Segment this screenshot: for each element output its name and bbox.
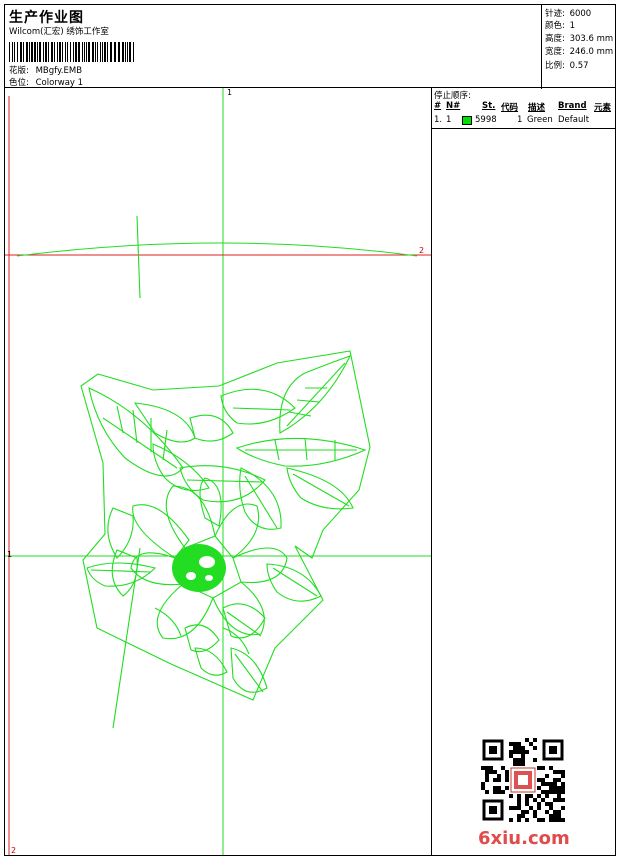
- spec-width-value: 246.0 mm: [569, 47, 614, 57]
- stop-sequence-panel: 停止顺序: # N# St. 代码 描述 Brand 元素 1. 1 5998 …: [431, 88, 616, 856]
- row-divider: [432, 128, 615, 129]
- spec-scale-label: 比例:: [545, 61, 565, 71]
- spec-width: 宽度: 246.0 mm: [545, 45, 613, 57]
- row-brand: Default: [558, 115, 590, 125]
- spec-scale: 比例: 0.57: [545, 59, 589, 71]
- row-stitches: 5998: [475, 115, 497, 125]
- embroidery-preview: [5, 88, 431, 855]
- company-name: Wilcom(汇宏) 绣饰工作室: [9, 27, 109, 37]
- colorway-line: 色位: Colorway 1: [9, 76, 83, 88]
- spec-stitches-label: 针迹:: [545, 9, 565, 19]
- col-header-brand: Brand: [558, 101, 587, 111]
- flower-design: [80, 215, 371, 729]
- colorway-label: 色位:: [9, 78, 29, 88]
- design-value: MBgfy.EMB: [35, 66, 83, 76]
- header-panel: 生产作业图 Wilcom(汇宏) 绣饰工作室 花版: MBgfy.EMB 色位:…: [4, 4, 617, 89]
- guide-label-left: 1: [7, 550, 13, 559]
- color-swatch: [462, 116, 472, 125]
- arc-guide: [16, 242, 418, 257]
- guide-label-bottom: 2: [11, 846, 17, 855]
- watermark-text: 6xiu.com: [478, 828, 570, 849]
- specs-panel: 针迹: 6000 颜色: 1 高度: 303.6 mm 宽度: 246.0 mm…: [541, 5, 617, 89]
- design-canvas: 1 2 1 2: [4, 88, 432, 856]
- spec-stitches-value: 6000: [569, 9, 592, 19]
- col-header-element: 元素: [594, 103, 612, 113]
- col-header-index: #: [434, 101, 442, 111]
- spec-colors: 颜色: 1: [545, 19, 575, 31]
- page-title: 生产作业图: [9, 10, 84, 26]
- row-description: Green: [527, 115, 553, 125]
- row-needle: 1: [446, 115, 452, 125]
- col-header-description: 描述: [528, 103, 546, 113]
- spec-colors-value: 1: [569, 21, 575, 31]
- spec-height-value: 303.6 mm: [569, 34, 614, 44]
- spec-width-label: 宽度:: [545, 47, 565, 57]
- design-label: 花版:: [9, 66, 29, 76]
- row-index: 1.: [434, 115, 443, 125]
- stop-sequence-header: # N# St. 代码 描述 Brand 元素: [432, 100, 615, 114]
- spec-colors-label: 颜色:: [545, 21, 565, 31]
- row-code: 1: [517, 115, 523, 125]
- spec-scale-value: 0.57: [569, 61, 589, 71]
- col-header-code: 代码: [501, 103, 519, 113]
- barcode: [9, 42, 134, 62]
- guide-label-top: 1: [227, 88, 233, 97]
- spec-stitches: 针迹: 6000: [545, 7, 591, 19]
- colorway-value: Colorway 1: [35, 78, 84, 88]
- guide-label-right: 2: [419, 246, 425, 255]
- table-row: 1. 1 5998 1 Green Default: [432, 114, 615, 128]
- col-header-stitches: St.: [482, 101, 496, 111]
- flower-center: [172, 544, 226, 592]
- design-name-line: 花版: MBgfy.EMB: [9, 64, 82, 76]
- col-header-needle: N#: [446, 101, 461, 111]
- qr-code: [481, 738, 565, 822]
- spec-height-label: 高度:: [545, 34, 565, 44]
- spec-height: 高度: 303.6 mm: [545, 32, 613, 44]
